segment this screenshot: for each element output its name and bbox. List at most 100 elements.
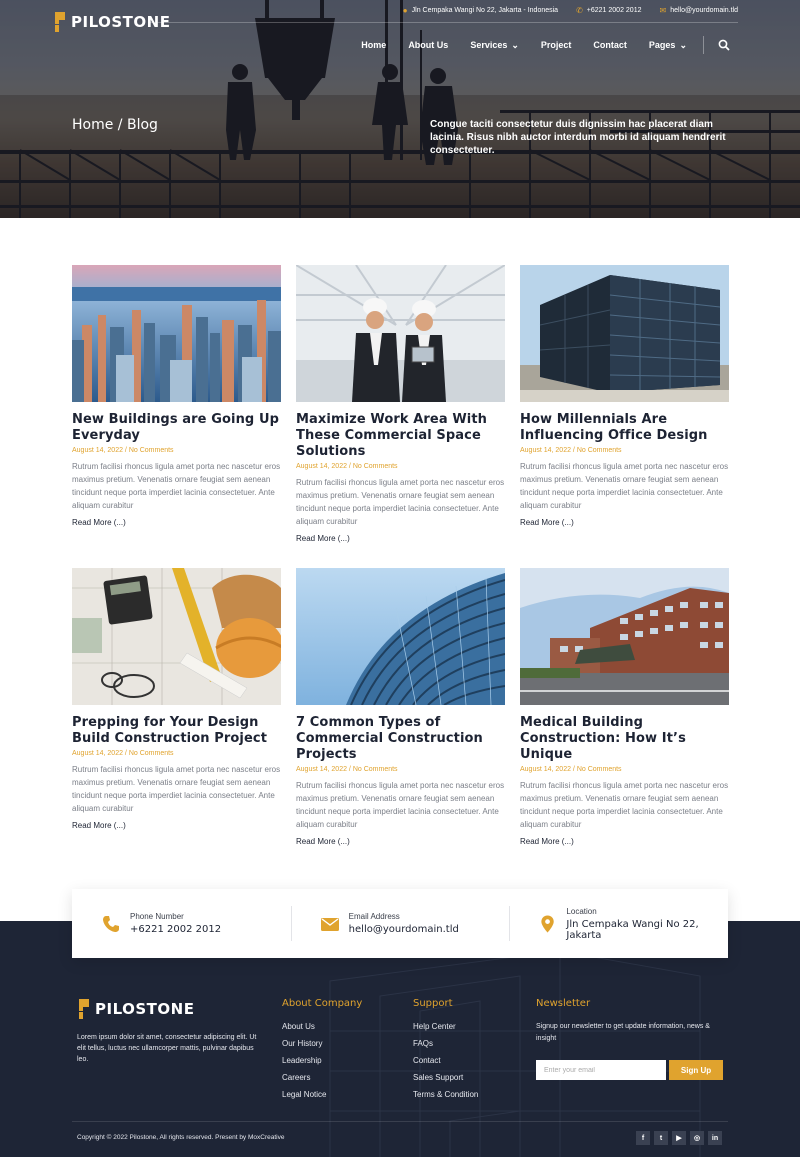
hero-banner [0, 0, 800, 218]
post-title[interactable]: How Millennials Are Influencing Office D… [520, 412, 729, 444]
social-links: f t ▶ ◎ in [636, 1131, 722, 1145]
post-title[interactable]: 7 Common Types of Commercial Constructio… [296, 715, 505, 763]
footer-newsletter-column: Newsletter Signup our newsletter to get … [536, 998, 716, 1045]
blog-card: Medical Building Construction: How It’s … [520, 568, 729, 849]
post-meta[interactable]: August 14, 2022 / No Comments [520, 766, 729, 773]
hero-overlay [0, 0, 800, 218]
footer-link-about-us[interactable]: About Us [282, 1023, 362, 1040]
blog-card: How Millennials Are Influencing Office D… [520, 265, 729, 530]
contact-location-label: Location [566, 906, 597, 916]
footer-link-contact[interactable]: Contact [413, 1057, 478, 1074]
read-more-link[interactable]: Read More (...) [520, 837, 574, 846]
chevron-down-icon: ⌄ [679, 39, 687, 50]
facebook-icon[interactable]: f [636, 1131, 650, 1145]
youtube-icon[interactable]: ▶ [672, 1131, 686, 1145]
phone-icon [103, 915, 119, 932]
post-meta[interactable]: August 14, 2022 / No Comments [296, 766, 505, 773]
nav-services[interactable]: Services ⌄ [470, 40, 519, 51]
newsletter-form: Sign Up [536, 1060, 723, 1080]
footer-divider [72, 1121, 728, 1122]
footer-link-leadership[interactable]: Leadership [282, 1057, 362, 1074]
copyright-text: Copyright © 2022 Pilostone, All rights r… [77, 1134, 285, 1141]
location-pin-icon: ● [402, 6, 408, 15]
post-title[interactable]: Prepping for Your Design Build Construct… [72, 715, 281, 747]
read-more-link[interactable]: Read More (...) [520, 518, 574, 527]
newsletter-text: Signup our newsletter to get update info… [536, 1023, 710, 1042]
footer-about-text: Lorem ipsum dolor sit amet, consectetur … [77, 1034, 257, 1063]
twitter-icon[interactable]: t [654, 1131, 668, 1145]
contact-phone-value: +6221 2002 2012 [130, 924, 222, 935]
post-excerpt: Rutrum facilisi rhoncus ligula amet port… [296, 478, 505, 526]
footer-brand-name: PILOSTONE [95, 1000, 195, 1018]
post-excerpt: Rutrum facilisi rhoncus ligula amet port… [72, 462, 281, 510]
footer-link-sales-support[interactable]: Sales Support [413, 1074, 478, 1091]
nav-about-us[interactable]: About Us [408, 40, 448, 50]
footer-link-legal-notice[interactable]: Legal Notice [282, 1091, 362, 1108]
header-divider [150, 22, 738, 23]
mail-icon: ✉ [659, 6, 667, 15]
post-meta[interactable]: August 14, 2022 / No Comments [520, 447, 729, 454]
blog-card: 7 Common Types of Commercial Constructio… [296, 568, 505, 849]
blog-card: Prepping for Your Design Build Construct… [72, 568, 281, 833]
instagram-icon[interactable]: ◎ [690, 1131, 704, 1145]
logo-mark-icon [79, 999, 89, 1019]
footer-newsletter-heading: Newsletter [536, 998, 591, 1009]
logo-mark-icon [55, 12, 65, 32]
nav-project[interactable]: Project [541, 40, 572, 50]
contact-email-value: hello@yourdomain.tld [348, 924, 459, 935]
hero-description: Congue taciti consectetur duis dignissim… [430, 119, 726, 156]
linkedin-icon[interactable]: in [708, 1131, 722, 1145]
footer-company-heading: About Company [282, 998, 363, 1009]
post-title[interactable]: Maximize Work Area With These Commercial… [296, 412, 505, 460]
footer-company-column: About Company About Us Our History Leade… [282, 998, 362, 1108]
search-icon[interactable] [718, 39, 730, 51]
post-title[interactable]: New Buildings are Going Up Everyday [72, 412, 281, 444]
contact-email[interactable]: Email Address hello@yourdomain.tld [290, 889, 510, 958]
footer-logo[interactable]: PILOSTONE [77, 999, 194, 1019]
read-more-link[interactable]: Read More (...) [296, 534, 350, 543]
envelope-icon [320, 917, 339, 931]
footer-link-faqs[interactable]: FAQs [413, 1040, 478, 1057]
engineers-with-tablet-image[interactable] [296, 265, 505, 402]
post-meta[interactable]: August 14, 2022 / No Comments [296, 463, 505, 470]
contact-location[interactable]: Location Jln Cempaka Wangi No 22, Jakart… [509, 889, 728, 958]
nav-pages[interactable]: Pages ⌄ [649, 40, 687, 51]
nav-home[interactable]: Home [361, 40, 386, 50]
phone-icon: ✆ [576, 6, 583, 15]
blog-card: New Buildings are Going Up Everyday Augu… [72, 265, 281, 530]
main-nav: Home About Us Services ⌄ Project Contact … [361, 36, 730, 54]
blog-card: Maximize Work Area With These Commercial… [296, 265, 505, 546]
contact-phone-label: Phone Number [130, 912, 184, 921]
topbar-phone[interactable]: +6221 2002 2012 [587, 7, 642, 14]
post-excerpt: Rutrum facilisi rhoncus ligula amet port… [520, 781, 729, 829]
read-more-link[interactable]: Read More (...) [72, 518, 126, 527]
contact-phone[interactable]: Phone Number +6221 2002 2012 [72, 889, 291, 958]
post-meta[interactable]: August 14, 2022 / No Comments [72, 750, 281, 757]
topbar-address: Jln Cempaka Wangi No 22, Jakarta - Indon… [411, 7, 559, 14]
post-title[interactable]: Medical Building Construction: How It’s … [520, 715, 729, 763]
footer-link-careers[interactable]: Careers [282, 1074, 362, 1091]
topbar-email[interactable]: hello@yourdomain.tld [670, 7, 738, 14]
footer-link-our-history[interactable]: Our History [282, 1040, 362, 1057]
nav-separator [703, 36, 704, 54]
blueprint-tools-image[interactable] [72, 568, 281, 705]
newsletter-signup-button[interactable]: Sign Up [669, 1060, 723, 1080]
post-excerpt: Rutrum facilisi rhoncus ligula amet port… [520, 462, 729, 510]
footer-support-column: Support Help Center FAQs Contact Sales S… [413, 998, 478, 1108]
breadcrumb: Home / Blog [72, 117, 158, 133]
footer-support-heading: Support [413, 998, 453, 1009]
footer-link-help-center[interactable]: Help Center [413, 1023, 478, 1040]
newsletter-email-input[interactable] [536, 1060, 666, 1080]
nav-contact[interactable]: Contact [593, 40, 627, 50]
read-more-link[interactable]: Read More (...) [72, 821, 126, 830]
post-meta[interactable]: August 14, 2022 / No Comments [72, 447, 281, 454]
glass-office-building-image[interactable] [520, 265, 729, 402]
footer-link-terms[interactable]: Terms & Condition [413, 1091, 478, 1108]
medical-building-image[interactable] [520, 568, 729, 705]
curved-glass-facade-image[interactable] [296, 568, 505, 705]
post-excerpt: Rutrum facilisi rhoncus ligula amet port… [296, 781, 505, 829]
city-skyline-image[interactable] [72, 265, 281, 402]
top-contact-bar: ● Jln Cempaka Wangi No 22, Jakarta - Indo… [403, 6, 738, 15]
post-excerpt: Rutrum facilisi rhoncus ligula amet port… [72, 765, 281, 813]
read-more-link[interactable]: Read More (...) [296, 837, 350, 846]
